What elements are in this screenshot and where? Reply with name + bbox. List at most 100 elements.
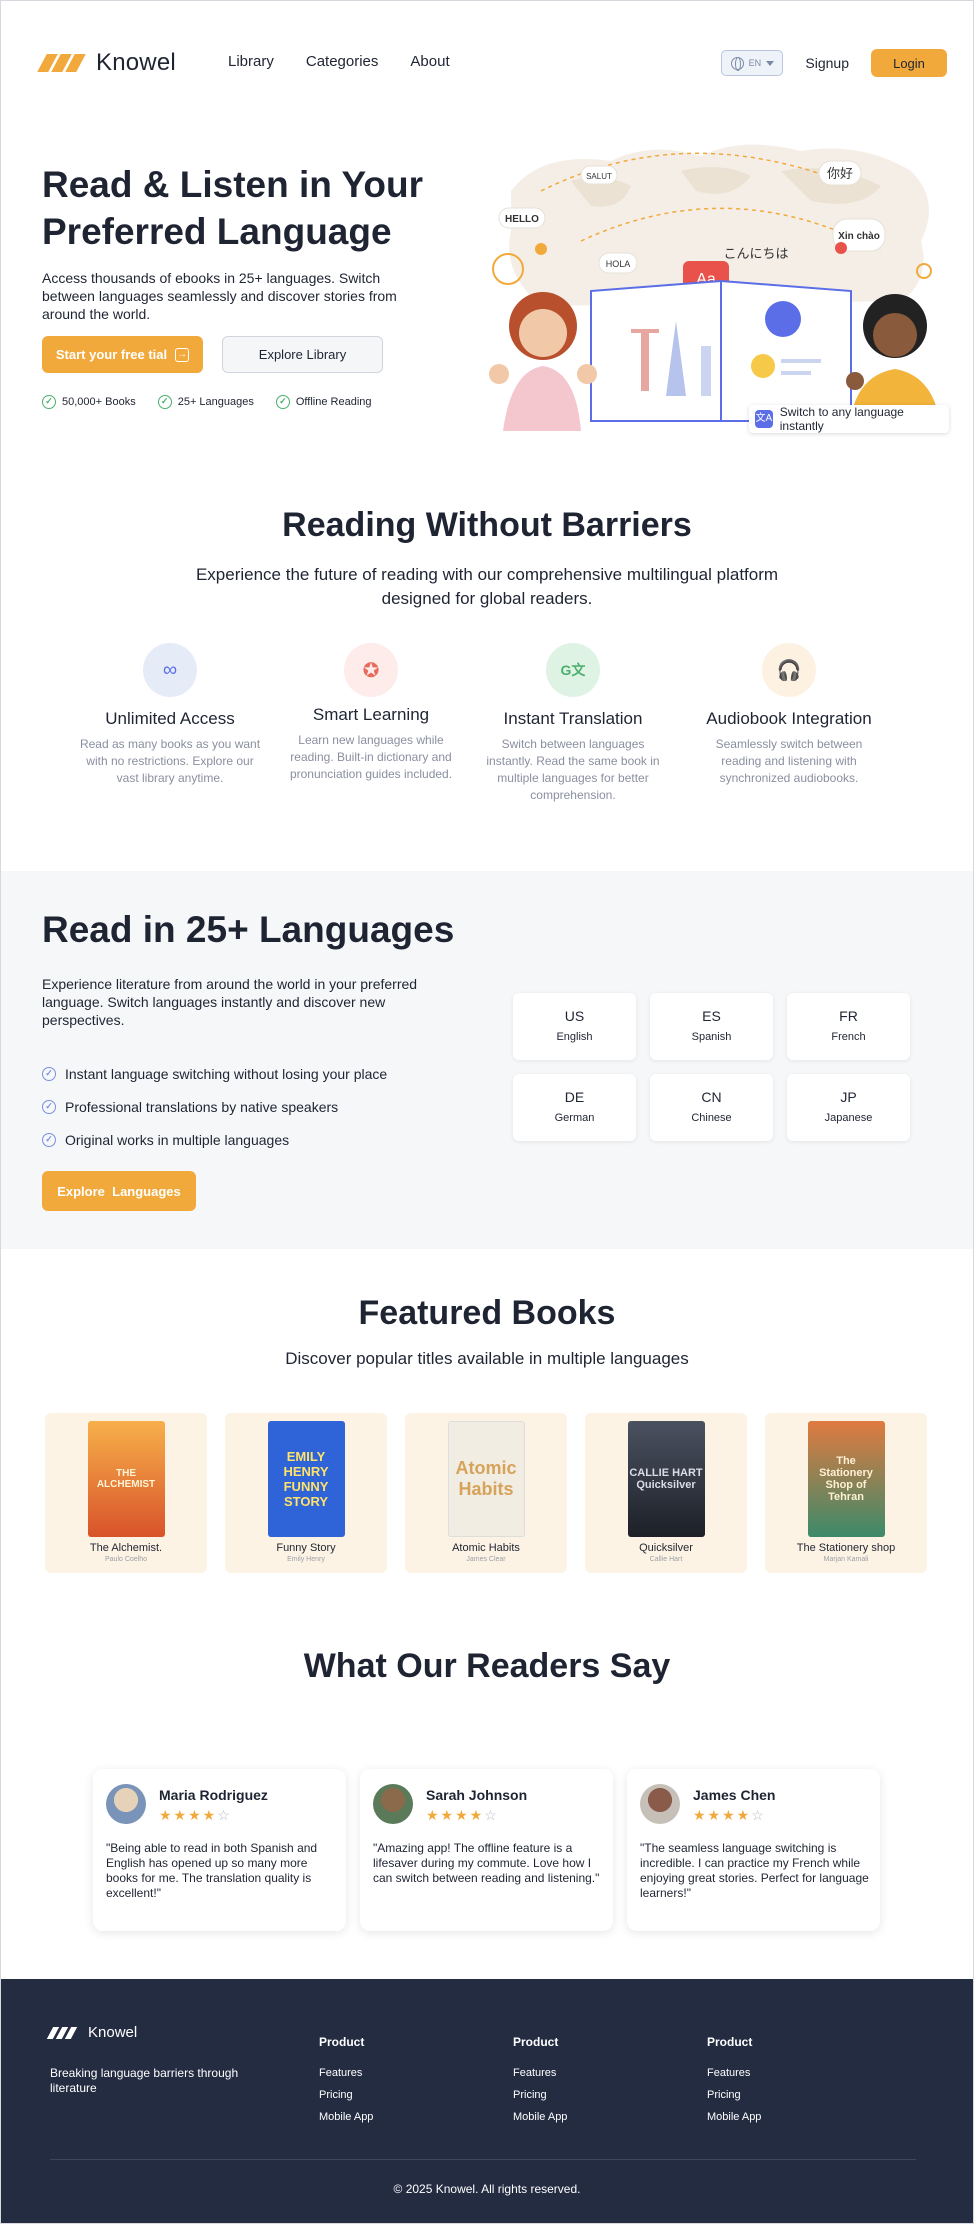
footer-link-mobile-app[interactable]: Mobile App: [707, 2111, 761, 2123]
point-text: Instant language switching without losin…: [65, 1065, 388, 1082]
book-card[interactable]: The Stationery Shop of Tehran The Statio…: [765, 1413, 927, 1573]
language-code: FR: [839, 1008, 858, 1024]
bubble-hola: HOLA: [606, 259, 631, 269]
cover-text: The Stationery Shop of Tehran: [819, 1455, 873, 1503]
book-title: The Alchemist.: [89, 1542, 163, 1554]
bubble-hello: HELLO: [505, 214, 539, 225]
language-code: US: [564, 1008, 585, 1024]
barriers-title: Reading Without Barriers: [282, 506, 692, 544]
nav-actions: EN Signup Login: [721, 49, 947, 77]
avatar: [373, 1784, 413, 1824]
cover-text: CALLIE HART Quicksilver: [629, 1467, 703, 1491]
book-title: Atomic Habits: [452, 1542, 520, 1554]
language-code: CN: [701, 1089, 722, 1105]
footer-brand-name: Knowel: [88, 2024, 138, 2041]
book-author: Marjan Kamali: [823, 1556, 869, 1563]
footer-column: Product Features Pricing Mobile App: [513, 2035, 567, 2123]
check-circle-icon: ✓: [42, 1066, 56, 1081]
footer-link-features[interactable]: Features: [319, 2067, 373, 2079]
copyright-text: © 2025 Knowel. All rights reserved.: [393, 2182, 581, 2196]
language-name: Chinese: [691, 1112, 732, 1124]
check-circle-icon: ✓: [42, 395, 56, 409]
stat-label: 50,000+ Books: [62, 396, 136, 408]
login-button[interactable]: Login: [871, 49, 947, 77]
language-card-german[interactable]: DE German: [513, 1074, 636, 1141]
book-author: Paulo Coelho: [104, 1556, 148, 1563]
language-name: English: [556, 1031, 593, 1043]
bubble-nihao: 你好: [827, 167, 853, 182]
featured-books-title: Featured Books: [358, 1294, 616, 1332]
testimonials-title: What Our Readers Say: [303, 1647, 671, 1685]
bubble-salut: SALUT: [586, 172, 612, 181]
globe-icon: [730, 56, 744, 71]
book-title: Quicksilver: [639, 1542, 693, 1554]
testimonial-quote: "Being able to read in both Spanish and …: [106, 1841, 318, 1900]
testimonial-quote: "The seamless language switching is incr…: [640, 1841, 869, 1900]
book-card[interactable]: EMILY HENRY FUNNY STORY Funny Story Emil…: [225, 1413, 387, 1573]
signup-link[interactable]: Signup: [805, 55, 849, 71]
book-card[interactable]: CALLIE HART Quicksilver Quicksilver Call…: [585, 1413, 747, 1573]
language-card-chinese[interactable]: CN Chinese: [650, 1074, 773, 1141]
footer-column-title: Product: [513, 2035, 559, 2049]
languages-description: Experience literature from around the wo…: [42, 976, 418, 1028]
footer-column: Product Features Pricing Mobile App: [707, 2035, 761, 2123]
book-author: Callie Hart: [649, 1556, 683, 1563]
book-card[interactable]: THE ALCHEMIST The Alchemist. Paulo Coelh…: [45, 1413, 207, 1573]
stat-offline: ✓ Offline Reading: [275, 395, 372, 409]
testimonial-card: Sarah Johnson ★★★★☆ "Amazing app! The of…: [360, 1769, 613, 1931]
explore-languages-button[interactable]: Explore Languages: [42, 1171, 196, 1211]
language-name: French: [831, 1031, 866, 1043]
footer-divider: [50, 2159, 916, 2160]
start-free-trial-button[interactable]: Start your free tial →: [42, 336, 203, 373]
feature-description: Seamlessly switch between reading and li…: [715, 737, 863, 785]
language-card-spanish[interactable]: ES Spanish: [650, 993, 773, 1060]
footer-link-mobile-app[interactable]: Mobile App: [319, 2111, 373, 2123]
feature-title: Unlimited Access: [105, 709, 235, 728]
footer-link-features[interactable]: Features: [513, 2067, 567, 2079]
list-item: ✓ Original works in multiple languages: [42, 1123, 387, 1156]
site-footer: Knowel Breaking language barriers throug…: [1, 1979, 973, 2223]
language-card-japanese[interactable]: JP Japanese: [787, 1074, 910, 1141]
caption-text: Switch to any language instantly: [779, 405, 904, 433]
language-name: German: [554, 1112, 595, 1124]
feature-title: Audiobook Integration: [706, 709, 872, 728]
footer-column-title: Product: [319, 2035, 365, 2049]
language-selector[interactable]: EN: [721, 50, 784, 76]
nav-link-categories[interactable]: Categories: [306, 53, 379, 70]
check-circle-icon: ✓: [157, 395, 172, 409]
footer-link-pricing[interactable]: Pricing: [319, 2089, 373, 2101]
footer-link-pricing[interactable]: Pricing: [707, 2089, 761, 2101]
check-circle-icon: ✓: [42, 1132, 56, 1147]
star-rating-icon: ★★★★☆: [159, 1807, 232, 1823]
footer-logo[interactable]: Knowel: [46, 2024, 138, 2041]
book-cover: Atomic Habits: [447, 1421, 525, 1537]
footer-link-pricing[interactable]: Pricing: [513, 2089, 567, 2101]
language-card-english[interactable]: US English: [513, 993, 636, 1060]
stat-languages: ✓ 25+ Languages: [157, 395, 254, 409]
footer-column: Product Features Pricing Mobile App: [319, 2035, 373, 2123]
language-card-french[interactable]: FR French: [787, 993, 910, 1060]
nav-link-about[interactable]: About: [410, 53, 449, 70]
book-card[interactable]: Atomic Habits Atomic Habits James Clear: [405, 1413, 567, 1573]
hero-illustration: SALUT 你好 HELLO HOLA こんにちは Xin chào Aa: [489, 144, 941, 431]
logo-icon: [37, 54, 86, 72]
check-circle-icon: ✓: [275, 395, 290, 409]
start-free-trial-label: Start your free tial: [55, 347, 168, 362]
language-code: EN: [748, 58, 762, 68]
nav-link-library[interactable]: Library: [228, 53, 274, 70]
nav-links: Library Categories About: [228, 53, 450, 70]
brand-logo[interactable]: Knowel: [37, 49, 176, 77]
illustration-caption: 文A Switch to any language instantly: [749, 405, 949, 433]
headphones-icon: 🎧: [762, 643, 816, 697]
book-author: James Clear: [466, 1556, 506, 1563]
avatar: [106, 1784, 146, 1824]
testimonial-quote: "Amazing app! The offline feature is a l…: [373, 1841, 600, 1885]
footer-link-mobile-app[interactable]: Mobile App: [513, 2111, 567, 2123]
language-code: ES: [702, 1008, 721, 1024]
explore-library-button[interactable]: Explore Library: [222, 336, 383, 373]
bubble-xin-chao: Xin chào: [838, 231, 880, 242]
testimonial-card: Maria Rodriguez ★★★★☆ "Being able to rea…: [93, 1769, 346, 1931]
footer-link-features[interactable]: Features: [707, 2067, 761, 2079]
language-grid: US English ES Spanish FR French DE German CN…: [513, 993, 910, 1141]
book-title: The Stationery shop: [796, 1542, 896, 1554]
